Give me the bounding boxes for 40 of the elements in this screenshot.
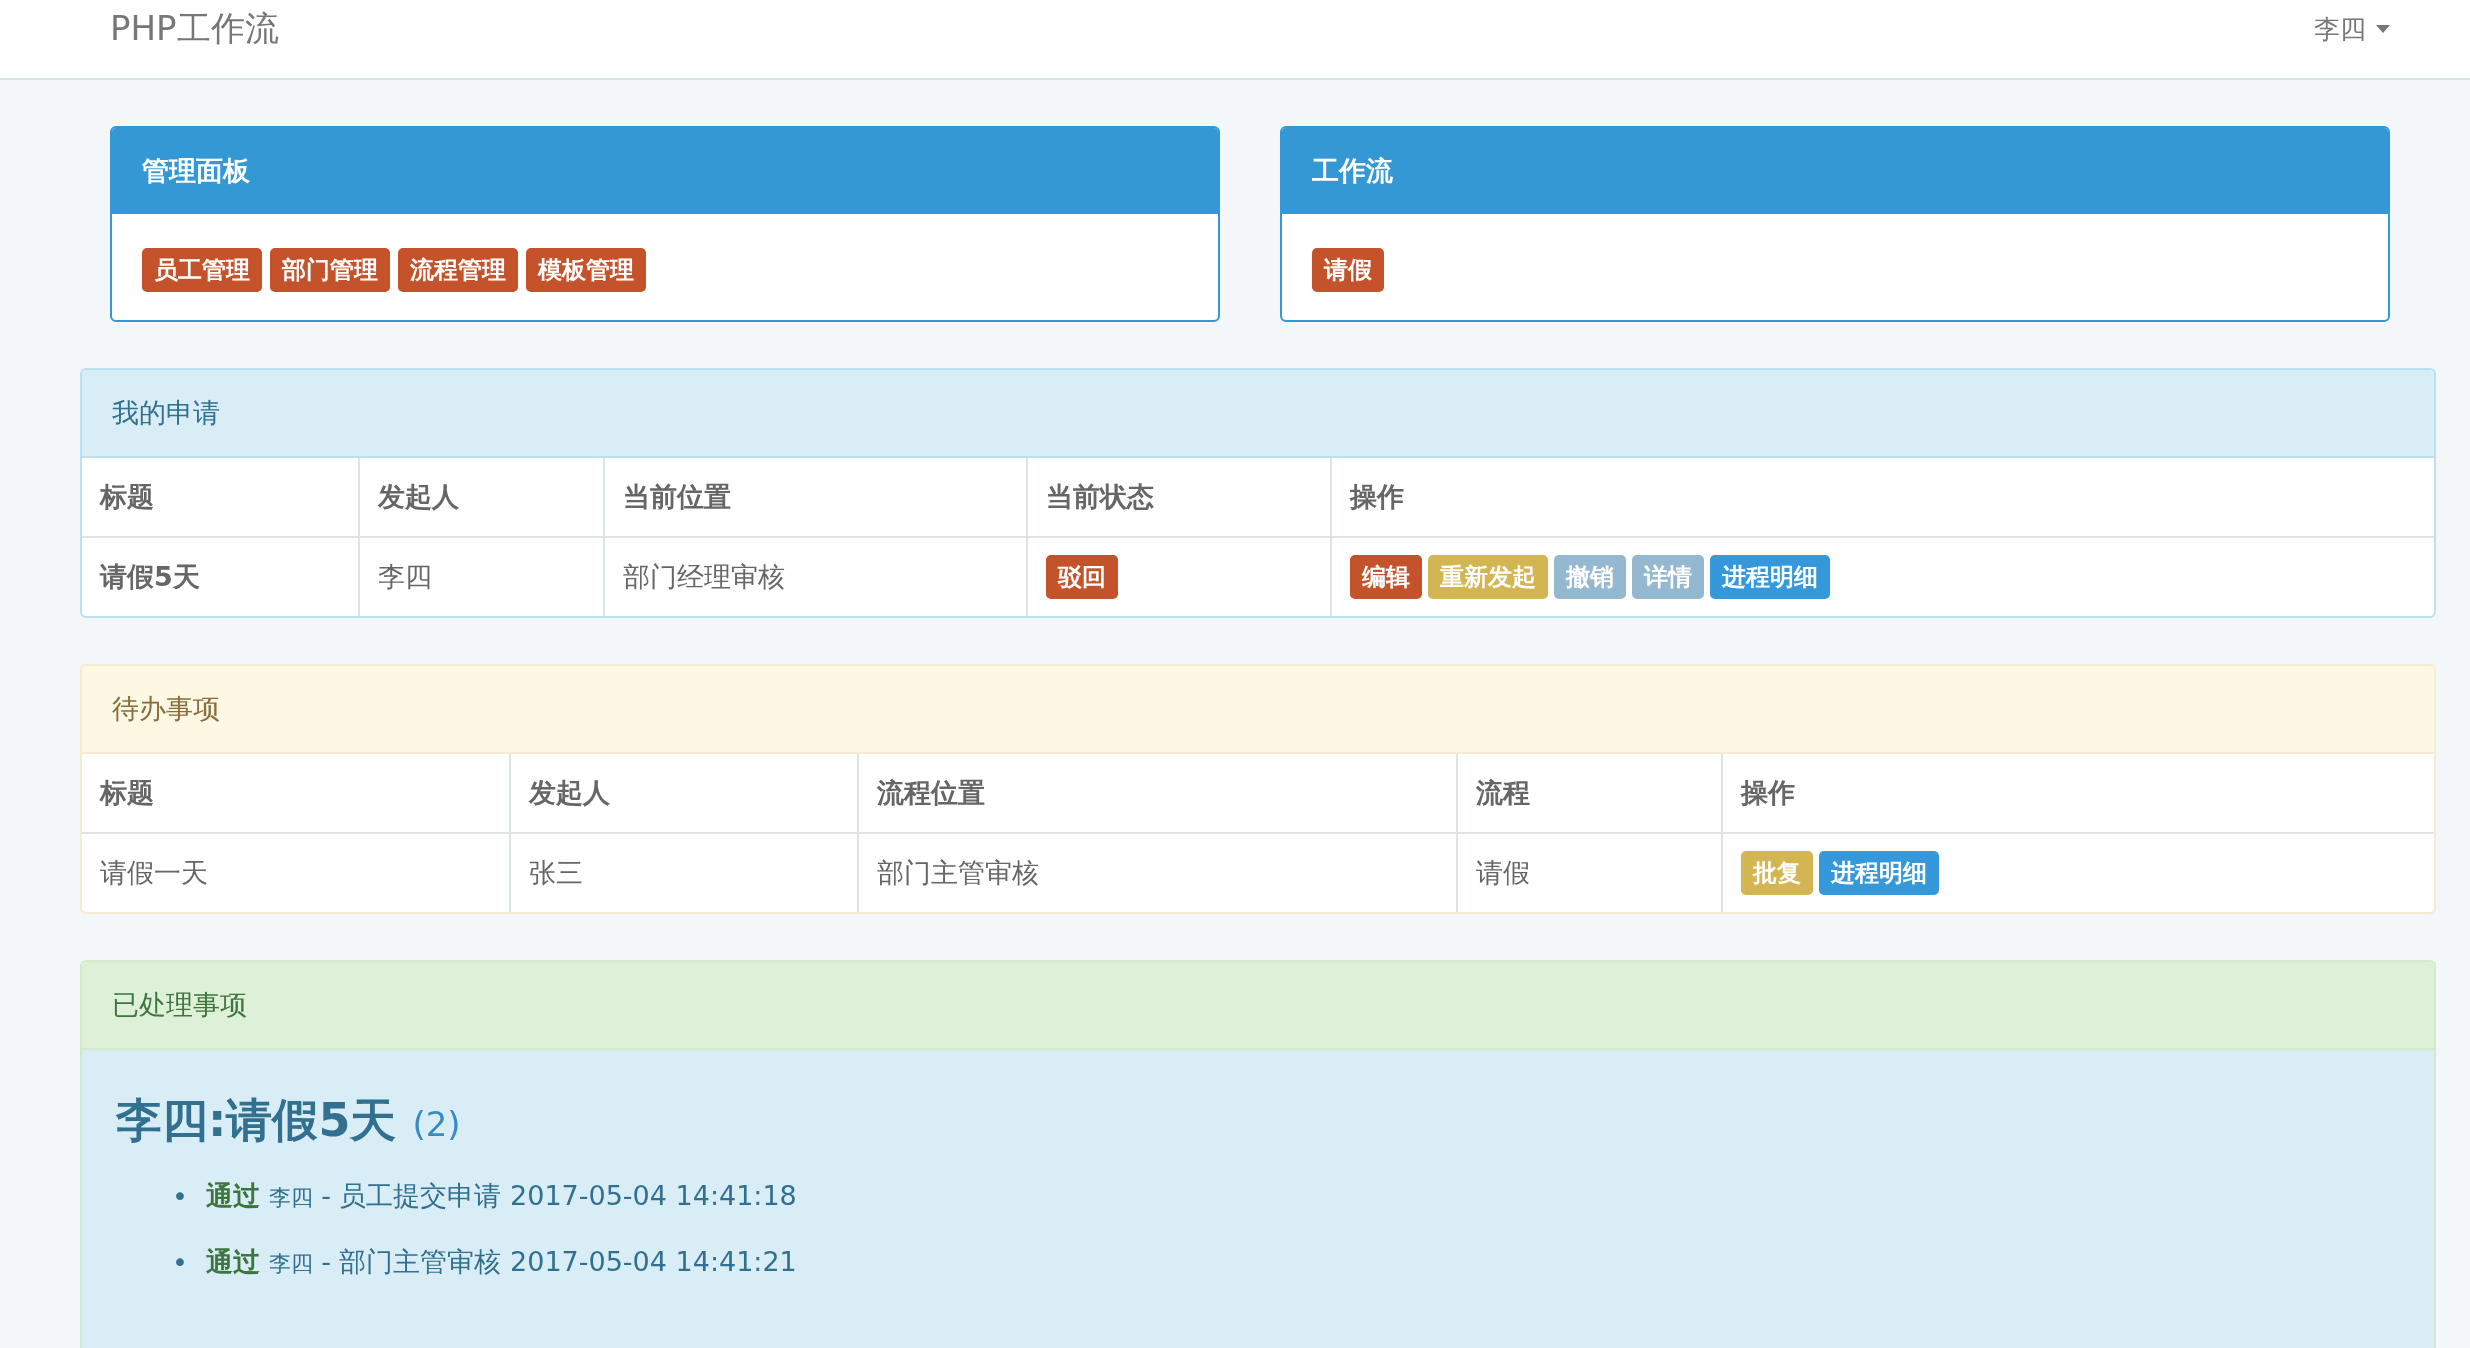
history-title: 李四:请假5天	[116, 1093, 397, 1147]
table-cell: 部门经理审核	[604, 537, 1027, 616]
bullet-marker: •	[172, 1180, 188, 1214]
panel-title: 管理面板	[112, 128, 1218, 214]
status-label[interactable]: 驳回	[1046, 555, 1118, 599]
action-button[interactable]: 编辑	[1350, 555, 1422, 599]
column-header: 流程	[1457, 754, 1722, 833]
panel-title: 工作流	[1282, 128, 2388, 214]
nav-link-label[interactable]: 流程管理	[398, 248, 518, 292]
bullet-marker: •	[172, 1246, 188, 1280]
column-header: 当前状态	[1027, 458, 1331, 537]
table-cell: 请假一天	[82, 833, 510, 912]
nav-link-label[interactable]: 模板管理	[526, 248, 646, 292]
table-cell: 部门主管审核	[858, 833, 1457, 912]
history-step: 通过 李四 - 员工提交申请 2017-05-04 14:41:18	[205, 1176, 797, 1218]
section-title: 已处理事项	[82, 962, 2434, 1050]
table-cell: 请假	[1457, 833, 1722, 912]
action-button[interactable]: 进程明细	[1819, 851, 1939, 895]
column-header: 当前位置	[604, 458, 1027, 537]
action-button[interactable]: 进程明细	[1710, 555, 1830, 599]
nav-link-label[interactable]: 员工管理	[142, 248, 262, 292]
history-step: 通过 李四 - 部门主管审核 2017-05-04 14:41:21	[205, 1242, 797, 1284]
nav-link-label[interactable]: 请假	[1312, 248, 1384, 292]
table-cell: 张三	[510, 833, 858, 912]
step-count: (2)	[412, 1104, 461, 1144]
column-header: 标题	[82, 754, 510, 833]
column-header: 发起人	[510, 754, 858, 833]
table-cell: 请假5天	[82, 537, 359, 616]
table-cell: 李四	[359, 537, 604, 616]
column-header: 流程位置	[858, 754, 1457, 833]
section-title: 待办事项	[82, 666, 2434, 754]
caret-icon	[2376, 25, 2390, 33]
section-title: 我的申请	[82, 370, 2434, 458]
user-menu[interactable]: 李四	[2314, 11, 2390, 47]
column-header: 操作	[1331, 458, 2434, 537]
column-header: 操作	[1722, 754, 2434, 833]
brand-title[interactable]: PHP工作流	[110, 6, 279, 52]
column-header: 标题	[82, 458, 359, 537]
nav-link-label[interactable]: 部门管理	[270, 248, 390, 292]
column-header: 发起人	[359, 458, 604, 537]
